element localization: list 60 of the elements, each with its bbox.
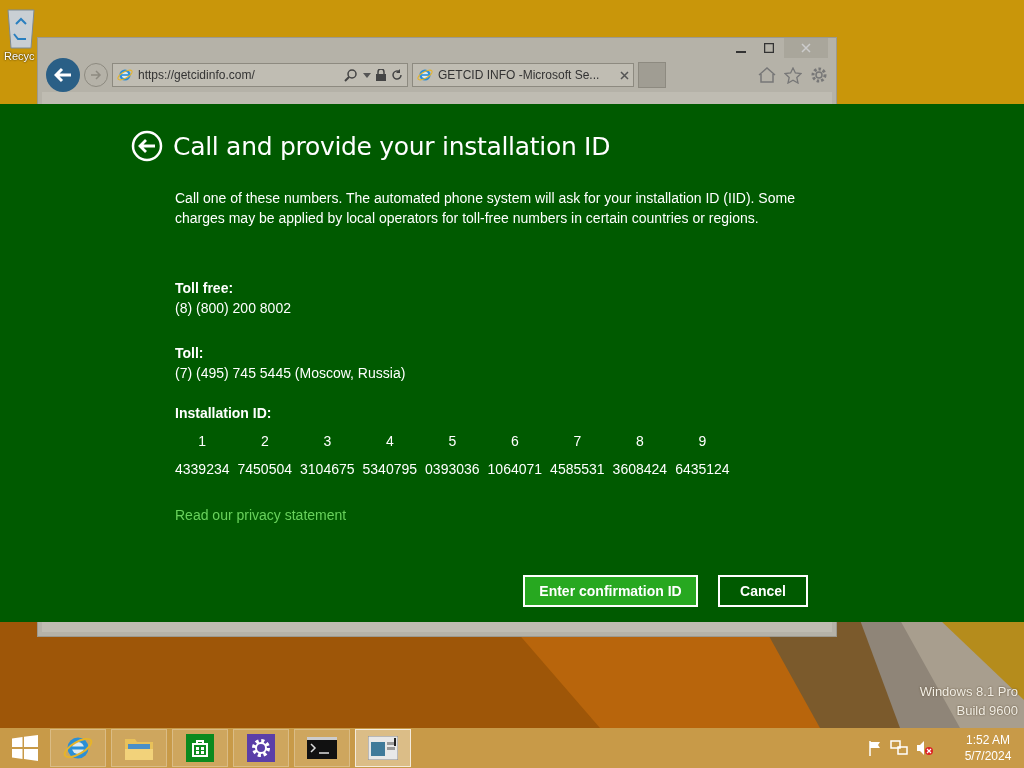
terminal-icon (307, 737, 337, 759)
group-number: 7 (572, 432, 583, 451)
forward-arrow-icon (90, 70, 102, 80)
caret-icon[interactable] (363, 72, 371, 78)
id-group: 6435124 (675, 459, 730, 479)
group-number: 2 (259, 432, 270, 451)
close-icon (801, 43, 811, 53)
group-number: 5 (447, 432, 458, 451)
id-group: 5340795 (362, 459, 418, 479)
phone-label: Toll: (175, 344, 205, 363)
close-icon[interactable] (620, 70, 629, 80)
phone-label: Toll free: (175, 279, 235, 298)
desktop-icon-label: Recyc (4, 50, 35, 62)
watermark-text: Windows 8.1 Pro (919, 684, 1018, 699)
taskbar-app[interactable] (233, 729, 289, 767)
group-number: 1 (197, 432, 208, 451)
back-arrow-icon (54, 67, 72, 83)
back-icon[interactable] (131, 130, 163, 162)
id-group: 4339234 (175, 459, 230, 479)
id-group: 0393036 (425, 459, 480, 479)
phone-number: (7) (495) 745 5445 (Moscow, Russia) (175, 364, 407, 383)
settings-icon[interactable] (810, 66, 828, 84)
cancel-button[interactable]: Cancel (718, 575, 808, 607)
id-group: 4585531 (550, 459, 605, 479)
id-group: 3104675 (300, 459, 355, 479)
id-group: 3608424 (612, 459, 668, 479)
windows-logo-icon (12, 735, 38, 761)
browser-logo-icon (117, 67, 133, 83)
description-text: Call one of these numbers. The automated phone system will ask for your installation ID (IID). Some charges may be applied by local operators for toll-free numbers in certain countries or regions. (175, 189, 796, 228)
group-number: 9 (697, 432, 708, 451)
id-group: 1064071 (487, 459, 543, 479)
search-icon[interactable] (344, 68, 358, 82)
group-number: 4 (384, 432, 395, 451)
shopping-bag-icon (186, 734, 214, 762)
address-bar[interactable]: https://getcidinfo.com/ (112, 63, 408, 87)
watermark-text: Build 9600 (956, 703, 1018, 718)
star-icon[interactable] (784, 66, 802, 84)
phone-number: (8) (800) 200 8002 (175, 299, 292, 318)
lock-icon (376, 69, 386, 81)
privacy-link[interactable]: Read our privacy statement (175, 507, 347, 523)
panel-title: Call and provide your installation ID (173, 131, 611, 161)
window-icon (368, 736, 398, 760)
flag-icon[interactable] (868, 740, 882, 756)
minimize-icon (736, 50, 746, 53)
refresh-icon[interactable] (391, 69, 403, 81)
group-number: 8 (634, 432, 645, 451)
maximize-icon (764, 43, 774, 53)
muted-speaker-icon[interactable] (916, 740, 934, 756)
browser-tab[interactable]: GETCID INFO -Microsoft Se... (412, 63, 634, 87)
settings-icon (247, 734, 275, 762)
recycle-bin-icon[interactable] (4, 6, 38, 50)
id-group: 7450504 (237, 459, 293, 479)
group-number: 6 (509, 432, 520, 451)
home-icon[interactable] (758, 67, 776, 83)
installation-id-label: Installation ID: (175, 404, 273, 423)
back-button[interactable] (46, 58, 80, 92)
group-number: 3 (322, 432, 333, 451)
network-icon[interactable] (890, 740, 908, 756)
taskbar-app[interactable] (294, 729, 350, 767)
browser-logo-icon (417, 67, 433, 83)
